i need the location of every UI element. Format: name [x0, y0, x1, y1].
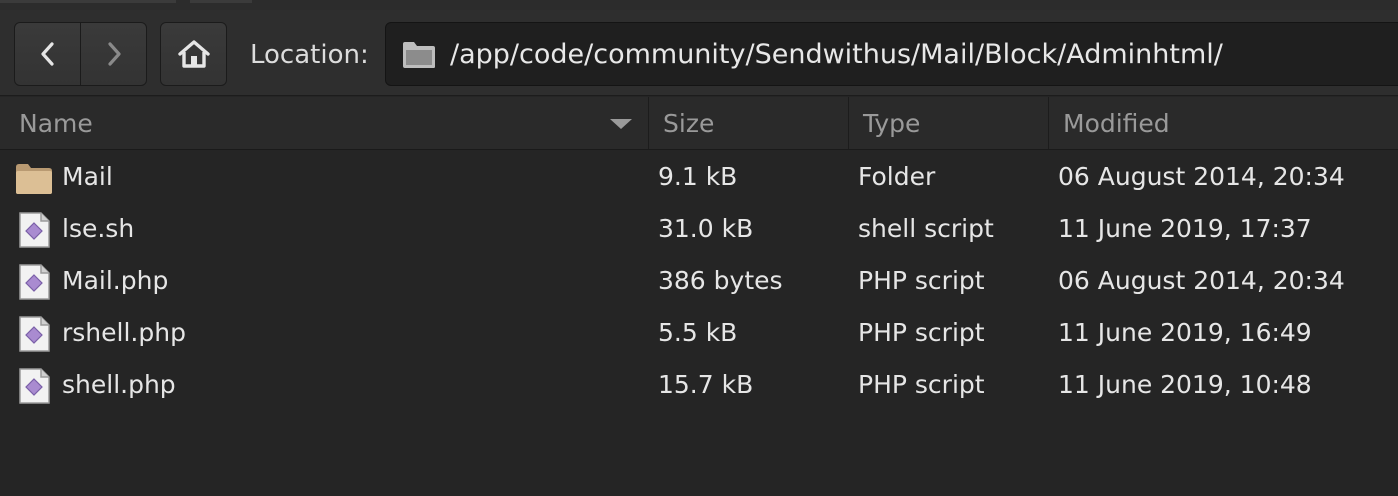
file-modified: 11 June 2019, 10:48 [1058, 370, 1312, 399]
chevron-left-icon [40, 42, 54, 66]
file-name: rshell.php [62, 318, 186, 347]
file-row[interactable]: rshell.php 5.5 kB PHP script 11 June 201… [0, 308, 1398, 360]
location-toolbar: Location: /app/code/community/Sendwithus… [0, 10, 1398, 96]
file-type: shell script [858, 214, 994, 243]
history-button-group [14, 22, 147, 86]
file-row[interactable]: shell.php 15.7 kB PHP script 11 June 201… [0, 360, 1398, 412]
back-button[interactable] [15, 23, 80, 85]
file-type: PHP script [858, 318, 985, 347]
tab-indicator [0, 0, 176, 3]
file-modified: 06 August 2014, 20:34 [1058, 266, 1345, 295]
column-header-type[interactable]: Type [848, 97, 1048, 149]
script-file-icon [19, 316, 50, 352]
column-header-modified-label: Modified [1063, 108, 1170, 138]
column-header-size-label: Size [663, 108, 715, 138]
script-file-icon [19, 212, 50, 248]
forward-button[interactable] [80, 23, 146, 85]
folder-icon [403, 42, 435, 68]
file-modified: 11 June 2019, 16:49 [1058, 318, 1312, 347]
file-name: shell.php [62, 370, 176, 399]
column-header-name-label: Name [19, 108, 93, 138]
sort-descending-icon [610, 119, 632, 129]
file-modified: 11 June 2019, 17:37 [1058, 214, 1312, 243]
column-header-size[interactable]: Size [648, 97, 848, 149]
file-size: 386 bytes [658, 266, 783, 295]
script-file-icon [19, 368, 50, 404]
location-entry[interactable]: /app/code/community/Sendwithus/Mail/Bloc… [385, 22, 1398, 86]
file-row[interactable]: Mail 9.1 kB Folder 06 August 2014, 20:34 [0, 152, 1398, 204]
folder-icon [16, 164, 52, 194]
file-size: 9.1 kB [658, 162, 738, 191]
tab-indicator [190, 0, 252, 3]
home-icon [177, 40, 210, 68]
file-row[interactable]: Mail.php 386 bytes PHP script 06 August … [0, 256, 1398, 308]
column-header-modified[interactable]: Modified [1048, 97, 1398, 149]
chevron-right-icon [107, 42, 121, 66]
location-label: Location: [250, 40, 369, 70]
file-type: PHP script [858, 266, 985, 295]
location-path: /app/code/community/Sendwithus/Mail/Bloc… [450, 39, 1223, 70]
file-name: lse.sh [62, 214, 135, 243]
file-size: 5.5 kB [658, 318, 738, 347]
file-modified: 06 August 2014, 20:34 [1058, 162, 1345, 191]
file-size: 15.7 kB [658, 370, 754, 399]
file-size: 31.0 kB [658, 214, 754, 243]
file-type: PHP script [858, 370, 985, 399]
home-button[interactable] [160, 22, 227, 86]
tab-strip [0, 0, 1398, 10]
file-list: Mail 9.1 kB Folder 06 August 2014, 20:34… [0, 152, 1398, 412]
file-name: Mail [62, 162, 113, 191]
file-row[interactable]: lse.sh 31.0 kB shell script 11 June 2019… [0, 204, 1398, 256]
column-header-row: Name Size Type Modified [0, 97, 1398, 150]
script-file-icon [19, 264, 50, 300]
file-type: Folder [858, 162, 936, 191]
file-name: Mail.php [62, 266, 169, 295]
column-header-name[interactable]: Name [0, 97, 648, 149]
column-header-type-label: Type [863, 108, 921, 138]
